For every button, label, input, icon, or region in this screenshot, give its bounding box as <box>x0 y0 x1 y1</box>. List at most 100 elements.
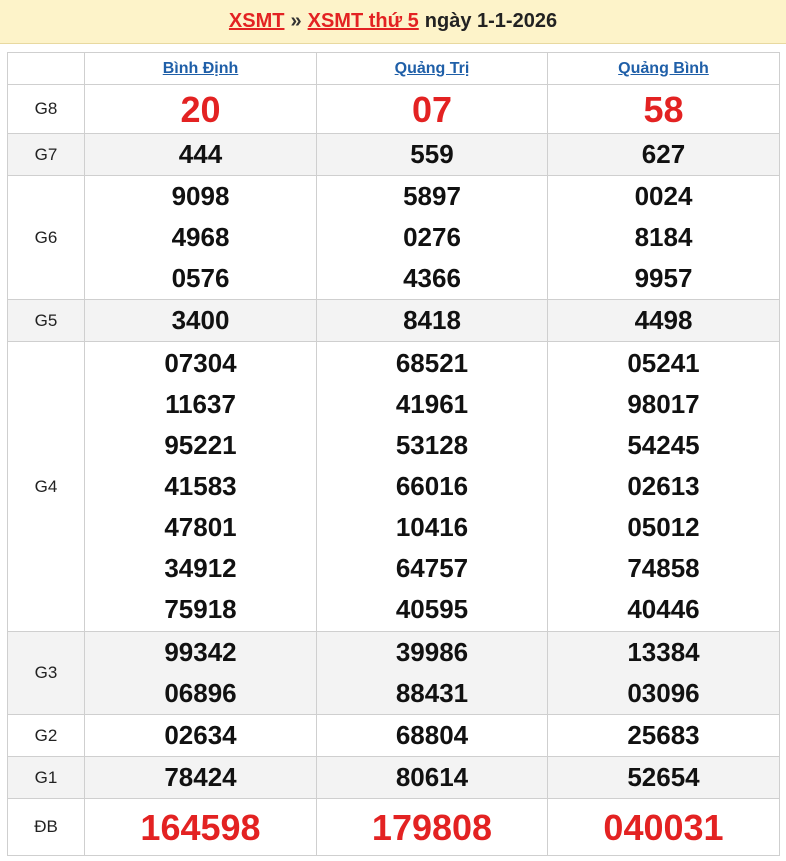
prize-label: G2 <box>7 714 85 757</box>
prize-number: 53128 <box>395 430 469 460</box>
prize-number: 05012 <box>627 512 700 542</box>
prize-number: 39986 <box>395 637 469 667</box>
prize-number: 4498 <box>634 305 693 335</box>
prize-number: 10416 <box>395 512 469 542</box>
prize-number: 627 <box>641 139 686 169</box>
prize-number: 13384 <box>627 637 700 667</box>
prize-label: G8 <box>7 84 85 134</box>
prize-table-body: G8 20 07 58 G7 444 559 627 G6 9098 4968 0576 5897 027… <box>7 84 780 856</box>
prize-number: 03096 <box>627 678 700 708</box>
prize-label: G1 <box>7 756 85 799</box>
prize-cell: 39986 88431 <box>316 631 548 715</box>
prize-cell: 02634 <box>84 714 317 757</box>
prize-number: 66016 <box>395 471 469 501</box>
prize-number: 444 <box>178 139 223 169</box>
prize-number: 74858 <box>627 553 700 583</box>
prize-cell: 9098 4968 0576 <box>84 175 317 300</box>
prize-label: G3 <box>7 631 85 715</box>
prize-number: 040031 <box>603 806 724 848</box>
prize-cell: 13384 03096 <box>547 631 780 715</box>
province-link-quang-tri[interactable]: Quảng Trị <box>395 60 470 77</box>
prize-cell: 68804 <box>316 714 548 757</box>
prize-label: G6 <box>7 175 85 300</box>
prize-number: 02634 <box>164 720 237 750</box>
prize-number: 0024 <box>634 181 693 211</box>
prize-cell: 559 <box>316 133 548 176</box>
prize-cell: 07304 11637 95221 41583 47801 34912 75918 <box>84 341 317 632</box>
prize-number: 179808 <box>371 806 493 848</box>
prize-cell: 627 <box>547 133 780 176</box>
prize-number: 95221 <box>164 430 237 460</box>
page-header: XSMT » XSMT thứ 5 ngày 1-1-2026 <box>0 0 786 44</box>
prize-number: 47801 <box>164 512 237 542</box>
prize-number: 58 <box>643 88 684 130</box>
prize-number: 68804 <box>395 720 469 750</box>
prize-number: 4968 <box>171 222 230 252</box>
prize-cell: 58 <box>547 84 780 134</box>
prize-cell: 0024 8184 9957 <box>547 175 780 300</box>
prize-cell: 68521 41961 53128 66016 10416 64757 40595 <box>316 341 548 632</box>
prize-number: 54245 <box>627 430 700 460</box>
prize-cell: 07 <box>316 84 548 134</box>
province-link-quang-binh[interactable]: Quảng Bình <box>618 60 709 77</box>
prize-cell: 52654 <box>547 756 780 799</box>
prize-number: 02613 <box>627 471 700 501</box>
xsmt-thu5-link[interactable]: XSMT thứ 5 <box>308 10 419 33</box>
prize-row-g3: G3 99342 06896 39986 88431 13384 03096 <box>7 631 780 715</box>
prize-row-g1: G1 78424 80614 52654 <box>7 756 780 799</box>
prize-row-g7: G7 444 559 627 <box>7 133 780 176</box>
province-header: Bình Định <box>84 52 317 85</box>
prize-number: 41583 <box>164 471 237 501</box>
prize-number: 68521 <box>395 348 469 378</box>
province-header-row: Bình Định Quảng Trị Quảng Bình <box>7 52 780 85</box>
prize-number: 06896 <box>164 678 237 708</box>
prize-number: 11637 <box>165 389 236 419</box>
prize-cell: 78424 <box>84 756 317 799</box>
prize-row-db: ĐB 164598 179808 040031 <box>7 798 780 856</box>
prize-number: 0576 <box>171 263 230 293</box>
province-link-binh-dinh[interactable]: Bình Định <box>163 60 239 77</box>
prize-number: 164598 <box>140 806 261 848</box>
prize-row-g8: G8 20 07 58 <box>7 84 780 134</box>
prize-number: 07304 <box>164 348 237 378</box>
prize-number: 0276 <box>403 222 461 252</box>
prize-number: 99342 <box>164 637 237 667</box>
prize-label: G4 <box>7 341 85 632</box>
prize-number: 80614 <box>395 762 469 792</box>
prize-number: 78424 <box>164 762 237 792</box>
prize-number: 3400 <box>171 305 230 335</box>
results-table: Bình Định Quảng Trị Quảng Bình G8 20 07 58 G… <box>7 52 780 856</box>
prize-label: G5 <box>7 299 85 342</box>
prize-cell: 164598 <box>84 798 317 856</box>
prize-number: 40595 <box>395 594 469 624</box>
prize-cell: 179808 <box>316 798 548 856</box>
breadcrumb-separator: » <box>290 10 302 32</box>
prize-number: 52654 <box>627 762 700 792</box>
prize-number: 34912 <box>164 553 237 583</box>
prize-number: 07 <box>411 88 453 130</box>
prize-cell: 5897 0276 4366 <box>316 175 548 300</box>
province-header: Quảng Bình <box>547 52 780 85</box>
prize-number: 98017 <box>627 389 700 419</box>
prize-row-g4: G4 07304 11637 95221 41583 47801 34912 75918 685… <box>7 341 780 632</box>
prize-cell: 040031 <box>547 798 780 856</box>
prize-number: 20 <box>180 88 221 130</box>
xsmt-link[interactable]: XSMT <box>229 10 285 33</box>
prize-number: 88431 <box>395 678 469 708</box>
prize-cell: 05241 98017 54245 02613 05012 74858 40446 <box>547 341 780 632</box>
prize-row-g2: G2 02634 68804 25683 <box>7 714 780 757</box>
prize-cell: 25683 <box>547 714 780 757</box>
prize-cell: 8418 <box>316 299 548 342</box>
prize-cell: 20 <box>84 84 317 134</box>
prize-number: 9957 <box>634 263 693 293</box>
prize-number: 5897 <box>403 181 461 211</box>
prize-number: 8184 <box>634 222 693 252</box>
prize-number: 40446 <box>627 594 700 624</box>
prize-number: 8418 <box>403 305 461 335</box>
prize-number: 64757 <box>395 553 469 583</box>
prize-number: 559 <box>410 139 454 169</box>
prize-cell: 99342 06896 <box>84 631 317 715</box>
results-container: Bình Định Quảng Trị Quảng Bình G8 20 07 58 G… <box>0 44 786 856</box>
prize-cell: 4498 <box>547 299 780 342</box>
prize-row-g6: G6 9098 4968 0576 5897 0276 4366 0024 8184 9957 <box>7 175 780 300</box>
